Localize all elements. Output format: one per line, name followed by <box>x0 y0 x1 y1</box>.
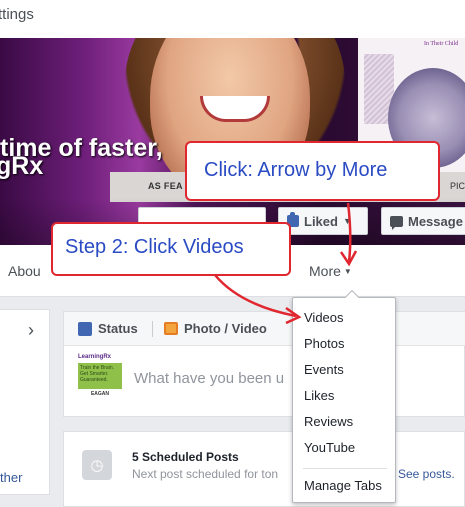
pencil-icon <box>78 321 92 336</box>
scheduled-title: 5 Scheduled Posts <box>132 450 239 464</box>
composer-input[interactable]: What have you been u <box>134 370 284 387</box>
menu-item-manage-tabs[interactable]: Manage Tabs <box>304 478 382 493</box>
avatar[interactable]: LearningRx Train the Brain. Get Smarter.… <box>78 354 122 404</box>
cover-strip-text-right: PIC <box>450 181 465 191</box>
annotation-text-step2: Step 2: Click Videos <box>65 236 244 258</box>
tab-status-label: Status <box>98 321 138 336</box>
left-column: › ther <box>0 309 50 495</box>
scheduled-posts-card: ◷ 5 Scheduled Posts Next post scheduled … <box>63 431 465 507</box>
chevron-right-icon[interactable]: › <box>28 320 34 341</box>
settings-link[interactable]: ttings <box>0 6 34 23</box>
more-label: More <box>309 263 341 279</box>
more-dropdown-menu: Videos Photos Events Likes Reviews YouTu… <box>292 289 396 503</box>
tab-more[interactable]: More ▼ <box>309 263 352 279</box>
annotation-text-more: Click: Arrow by More <box>204 159 388 181</box>
see-posts-link[interactable]: See posts. <box>398 467 455 481</box>
message-icon <box>390 215 403 230</box>
message-label: Message <box>408 213 463 229</box>
avatar-brand: LearningRx <box>78 354 112 360</box>
menu-item-videos[interactable]: Videos <box>304 310 344 325</box>
annotation-callout-more: Click: Arrow by More <box>185 141 440 201</box>
left-column-link[interactable]: ther <box>0 470 22 485</box>
annotation-callout-step2: Step 2: Click Videos <box>51 222 291 276</box>
menu-item-photos[interactable]: Photos <box>304 336 344 351</box>
chevron-down-icon[interactable]: ▼ <box>344 267 352 276</box>
cover-strip-text: AS FEA <box>148 181 183 191</box>
tab-about[interactable]: Abou <box>8 263 41 279</box>
caret-down-icon[interactable]: ▼ <box>343 216 352 226</box>
menu-item-reviews[interactable]: Reviews <box>304 414 353 429</box>
avatar-tagline: Train the Brain. Get Smarter. Guaranteed… <box>78 363 122 389</box>
scheduled-subtitle: Next post scheduled for ton <box>132 467 279 481</box>
menu-item-youtube[interactable]: YouTube <box>304 440 355 455</box>
card-label: In Their Child <box>424 41 459 47</box>
message-button[interactable]: Message <box>381 207 465 235</box>
tab-divider <box>152 321 153 337</box>
photo-icon <box>164 322 178 335</box>
liked-button[interactable]: Liked ▼ <box>278 207 368 235</box>
clock-icon: ◷ <box>82 450 112 480</box>
cover-page-name: gRx <box>0 152 44 180</box>
avatar-city: EAGAN <box>90 391 110 397</box>
menu-item-likes[interactable]: Likes <box>304 388 334 403</box>
tab-status[interactable]: Status <box>78 321 138 336</box>
liked-label: Liked <box>304 213 338 229</box>
menu-divider <box>303 468 387 469</box>
tab-photo-video[interactable]: Photo / Video <box>164 321 267 336</box>
tab-photo-label: Photo / Video <box>184 321 267 336</box>
composer-tabs: Status Photo / Video <box>64 312 465 346</box>
menu-item-events[interactable]: Events <box>304 362 344 377</box>
settings-bar: ttings <box>0 0 465 38</box>
post-composer: Status Photo / Video LearningRx Train th… <box>63 311 465 417</box>
